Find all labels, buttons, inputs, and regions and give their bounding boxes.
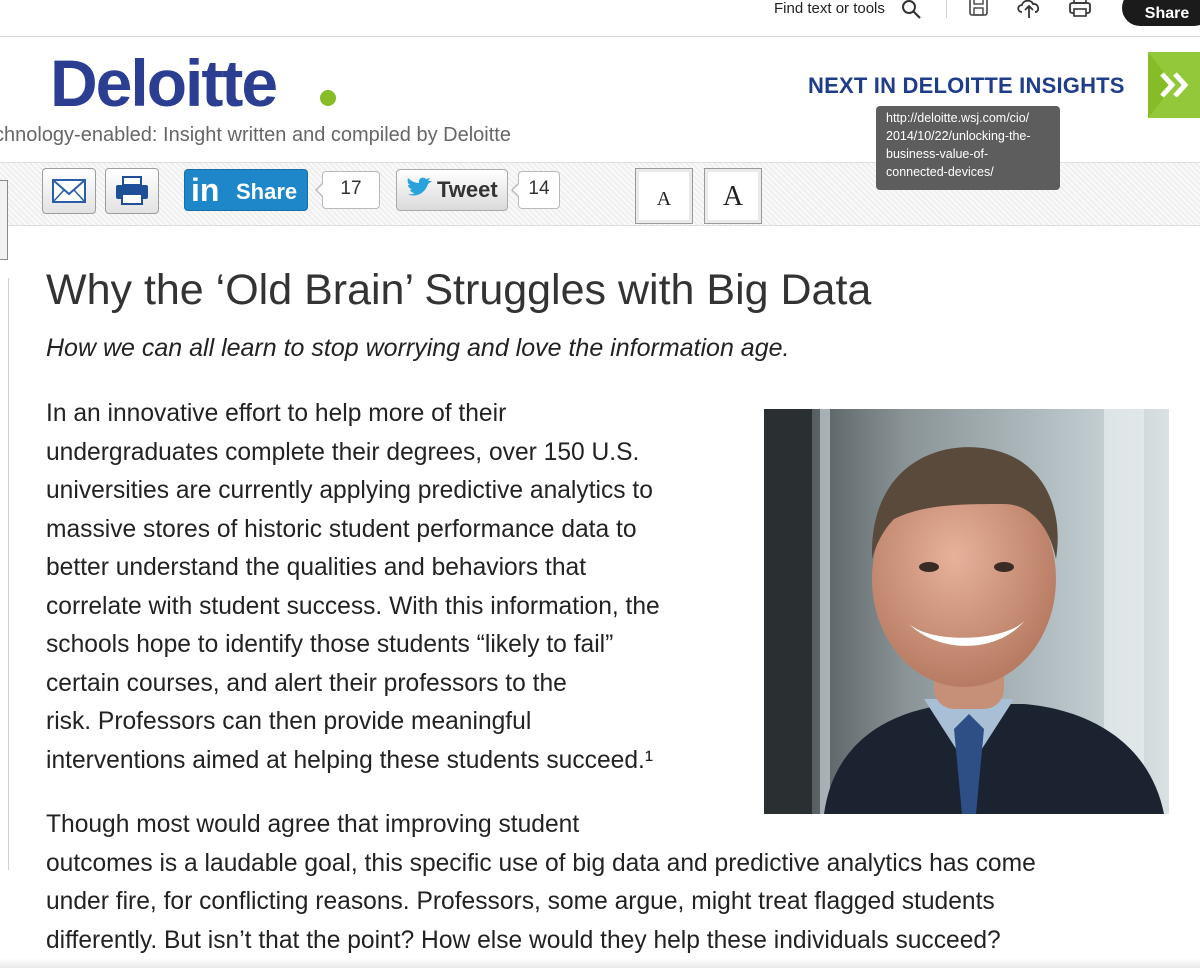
site-tagline: chnology-enabled: Insight written and co…: [0, 124, 511, 146]
paragraph-line: massive stores of historic student perfo…: [46, 515, 637, 543]
paragraph-line: interventions aimed at helping these stu…: [46, 746, 654, 774]
tooltip-line: 2014/10/22/unlocking-the-: [886, 129, 1031, 143]
article-paragraph-1: In an innovative effort to help more of …: [46, 395, 660, 780]
logo-dot: [320, 90, 336, 106]
save-icon[interactable]: [966, 0, 992, 20]
paragraph-line: correlate with student success. With thi…: [46, 592, 660, 620]
tweet-count: 14: [511, 171, 560, 209]
link-tooltip: http://deloitte.wsj.com/cio/ 2014/10/22/…: [876, 106, 1060, 190]
paragraph-line: outcomes is a laudable goal, this specif…: [46, 849, 1036, 877]
email-button[interactable]: [42, 168, 96, 214]
article-subtitle: How we can all learn to stop worrying an…: [46, 334, 790, 362]
paragraph-line: differently. But isn’t that the point? H…: [46, 926, 1001, 954]
left-frame-edge: [0, 180, 8, 260]
paragraph-line: undergraduates complete their degrees, o…: [46, 438, 640, 466]
tooltip-line: business-value-of-: [886, 147, 989, 161]
article-left-rule: [0, 278, 9, 870]
decrease-font-button[interactable]: A: [635, 168, 693, 224]
tooltip-line: connected-devices/: [886, 165, 994, 179]
paragraph-line: universities are currently applying pred…: [46, 477, 653, 504]
printer-icon: [116, 176, 148, 205]
app-toolbar: Find text or tools Share: [0, 0, 1200, 37]
paragraph-line: In an innovative effort to help more of …: [46, 400, 507, 427]
search-icon[interactable]: [900, 0, 922, 21]
print-article-button[interactable]: [105, 168, 159, 214]
linkedin-share-button[interactable]: in Share: [184, 169, 308, 211]
paragraph-line: risk. Professors can then provide meanin…: [46, 708, 532, 735]
article-title: Why the ‘Old Brain’ Struggles with Big D…: [46, 266, 872, 314]
chevron-right-icon[interactable]: [1148, 52, 1200, 118]
linkedin-icon: in: [191, 172, 220, 208]
deloitte-logo[interactable]: Deloitte: [50, 44, 278, 122]
next-in-insights-link[interactable]: NEXT IN DELOITTE INSIGHTS: [808, 73, 1125, 99]
paragraph-line: under fire, for conflicting reasons. Pro…: [46, 888, 995, 915]
linkedin-share-label: Share: [236, 179, 298, 204]
print-icon[interactable]: [1067, 0, 1093, 20]
paragraph-line: schools hope to identify those students …: [46, 631, 614, 658]
share-button[interactable]: Share: [1122, 0, 1200, 26]
tooltip-line: http://deloitte.wsj.com/cio/: [886, 111, 1030, 125]
increase-font-button[interactable]: A: [704, 168, 762, 224]
toolbar-divider: [946, 0, 947, 18]
tweet-button[interactable]: Tweet: [396, 169, 508, 211]
envelope-icon: [52, 179, 86, 203]
page-bottom-edge: [0, 958, 1200, 968]
article-paragraph-2: Though most would agree that improving s…: [46, 806, 1036, 960]
paragraph-line: better understand the qualities and beha…: [46, 554, 587, 581]
paragraph-line: certain courses, and alert their profess…: [46, 669, 567, 697]
find-text-label[interactable]: Find text or tools: [774, 0, 885, 18]
twitter-bird-icon: [407, 177, 432, 196]
author-photo: [764, 409, 1169, 814]
linkedin-share-count: 17: [315, 171, 380, 209]
tweet-label: Tweet: [437, 177, 498, 202]
cloud-upload-icon[interactable]: [1016, 0, 1042, 20]
